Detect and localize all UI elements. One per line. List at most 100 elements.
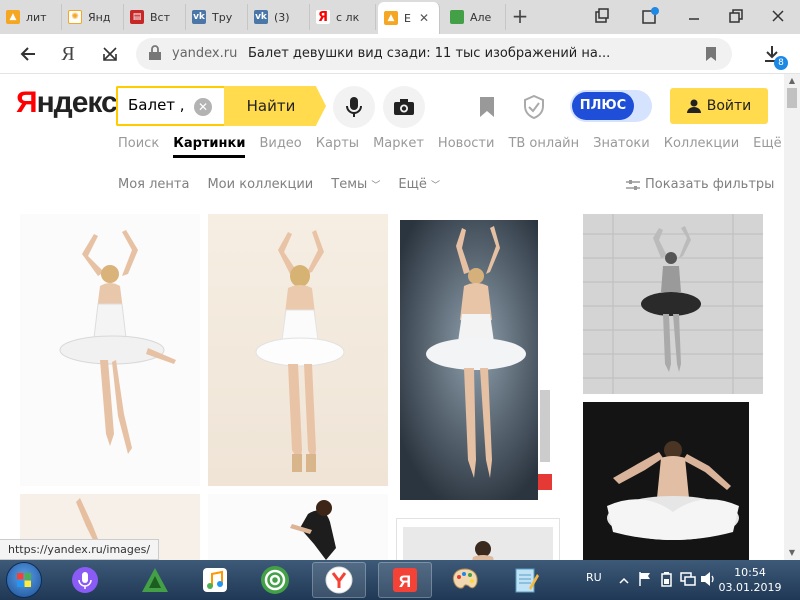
- network-icon[interactable]: [680, 571, 696, 591]
- taskbar-yandex[interactable]: Я: [378, 562, 432, 598]
- close-tab-icon[interactable]: ✕: [419, 11, 429, 25]
- tab-collections[interactable]: Коллекции: [664, 136, 739, 158]
- scroll-up-arrow-icon[interactable]: ▲: [784, 74, 800, 88]
- scroll-down-arrow-icon[interactable]: ▼: [784, 546, 800, 560]
- taskbar-voice-assistant[interactable]: [58, 562, 112, 598]
- ballerina-dark-photo: [583, 402, 763, 562]
- shield-icon[interactable]: [521, 94, 547, 120]
- ballerina-photo: [290, 500, 336, 560]
- image-result[interactable]: [583, 402, 763, 562]
- ballerina-poster-photo: [400, 220, 552, 500]
- minimize-window-icon[interactable]: [680, 4, 708, 28]
- browser-tab-4[interactable]: vk Тру: [186, 4, 248, 30]
- image-favicon-icon: ▲: [6, 10, 20, 24]
- taskbar-mail[interactable]: [248, 562, 302, 598]
- tab-video[interactable]: Видео: [259, 136, 301, 158]
- topics-label: Темы: [331, 177, 368, 192]
- tab-search[interactable]: Поиск: [118, 136, 159, 158]
- bookmark-icon[interactable]: [704, 46, 718, 66]
- windows-logo-icon: [17, 573, 31, 587]
- browser-tab-5[interactable]: vk (3): [248, 4, 310, 30]
- microphone-icon: [346, 97, 362, 117]
- notepad-icon: [515, 568, 539, 593]
- taskbar-music[interactable]: [188, 562, 242, 598]
- more-dropdown[interactable]: Ещё ﹀: [398, 177, 440, 192]
- plus-toggle[interactable]: ПЛЮС: [570, 90, 652, 122]
- browser-tab-1[interactable]: ▲ лит: [0, 4, 62, 30]
- collections-bookmark-icon[interactable]: [474, 94, 500, 120]
- tab-tv-online[interactable]: ТВ онлайн: [508, 136, 579, 158]
- browser-tab-8[interactable]: Але: [444, 4, 506, 30]
- flag-icon[interactable]: [638, 571, 652, 591]
- voice-search-button[interactable]: [333, 86, 375, 128]
- tab-market[interactable]: Маркет: [373, 136, 424, 158]
- language-indicator[interactable]: RU: [586, 571, 602, 584]
- search-button[interactable]: Найти: [224, 86, 326, 126]
- at-sign-icon: [261, 566, 289, 594]
- notifications-icon[interactable]: [636, 4, 664, 28]
- clear-search-icon[interactable]: ✕: [194, 98, 212, 116]
- yandex-logo[interactable]: Яндекс: [16, 86, 118, 120]
- tab-label: Янд: [88, 10, 111, 24]
- tab-label: Але: [470, 10, 492, 24]
- image-search-button[interactable]: [383, 86, 425, 128]
- tab-znatoki[interactable]: Знатоки: [593, 136, 650, 158]
- more-label: Ещё: [398, 177, 427, 192]
- taskbar-notepad[interactable]: [498, 562, 552, 598]
- tab-label: (3): [274, 10, 290, 24]
- taskbar-paint[interactable]: [438, 562, 492, 598]
- battery-icon[interactable]: [660, 571, 674, 591]
- login-button[interactable]: Войти: [670, 88, 768, 124]
- scrollbar-thumb[interactable]: [787, 88, 797, 108]
- my-collections-link[interactable]: Мои коллекции: [207, 177, 313, 192]
- search-input[interactable]: [128, 96, 188, 114]
- taskbar-yandex-browser[interactable]: [312, 562, 366, 598]
- search-form: ✕ Найти: [116, 86, 326, 126]
- address-bar[interactable]: yandex.ru Балет девушки вид сзади: 11 ты…: [136, 38, 732, 70]
- windows-start-button[interactable]: [6, 562, 42, 598]
- music-note-icon: [203, 568, 227, 592]
- taskbar-clock[interactable]: 10:54 03.01.2019: [718, 565, 782, 595]
- green-favicon-icon: [450, 10, 464, 24]
- volume-icon[interactable]: [700, 571, 716, 591]
- logo-rest: ндекс: [36, 86, 118, 119]
- browser-tab-6[interactable]: Я с лк: [310, 4, 376, 30]
- taskbar-app-a[interactable]: [128, 562, 182, 598]
- image-result[interactable]: [208, 494, 388, 564]
- close-window-icon[interactable]: [764, 4, 792, 28]
- ballerina-photo: [59, 230, 176, 454]
- search-box: ✕: [116, 86, 226, 126]
- restore-window-icon[interactable]: [722, 4, 750, 28]
- image-result[interactable]: [400, 220, 552, 500]
- page-scrollbar[interactable]: ▲ ▼: [784, 74, 800, 560]
- camera-icon: [394, 99, 414, 115]
- tab-label: Вст: [150, 10, 171, 24]
- clock-time: 10:54: [734, 566, 766, 579]
- browser-tab-3[interactable]: ▤ Вст: [124, 4, 186, 30]
- downloads-arrows-icon[interactable]: [96, 40, 124, 68]
- tab-more[interactable]: Ещё: [753, 136, 781, 158]
- vk-favicon-icon: vk: [192, 10, 206, 24]
- logo-first-letter: Я: [16, 86, 38, 119]
- lock-icon[interactable]: [148, 45, 162, 65]
- show-filters-button[interactable]: Показать фильтры: [626, 177, 774, 192]
- back-arrow-icon[interactable]: [14, 40, 42, 68]
- image-result[interactable]: [583, 214, 763, 394]
- tab-maps[interactable]: Карты: [316, 136, 359, 158]
- image-result[interactable]: [396, 518, 560, 564]
- browser-tab-2[interactable]: ✺ Янд: [62, 4, 124, 30]
- tray-arrow-icon[interactable]: [618, 572, 630, 591]
- my-feed-link[interactable]: Моя лента: [118, 177, 189, 192]
- browser-tab-active[interactable]: ▲ Е ✕: [378, 2, 440, 34]
- new-tab-button[interactable]: +: [508, 5, 532, 29]
- green-a-app-icon: [142, 568, 168, 592]
- image-result[interactable]: [20, 214, 200, 486]
- image-result[interactable]: [208, 214, 388, 486]
- yandex-home-icon[interactable]: Я: [54, 40, 82, 68]
- topics-dropdown[interactable]: Темы ﹀: [331, 177, 380, 192]
- alice-microphone-icon: [72, 567, 98, 593]
- tab-news[interactable]: Новости: [438, 136, 495, 158]
- tab-images[interactable]: Картинки: [173, 136, 246, 158]
- url-domain: yandex.ru: [172, 46, 238, 61]
- tabs-overview-icon[interactable]: [588, 4, 616, 28]
